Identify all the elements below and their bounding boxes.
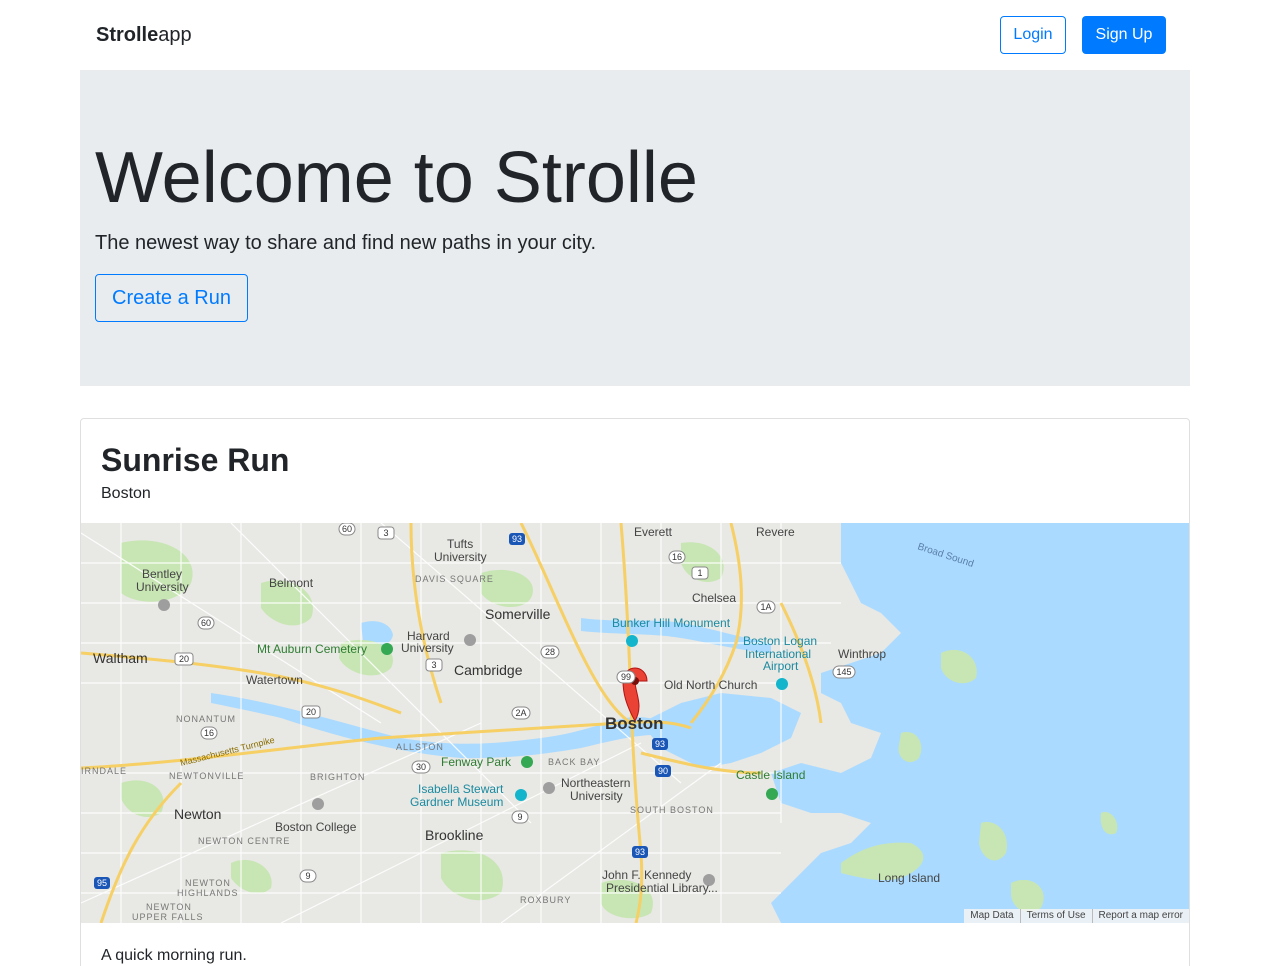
shield-1A: 1A — [760, 602, 771, 612]
shield-9b: 9 — [305, 871, 310, 881]
label-chelsea: Chelsea — [692, 591, 736, 605]
label-nonantum: NONANTUM — [176, 714, 236, 724]
label-roxbury: ROXBURY — [520, 895, 571, 905]
hero-title: Welcome to Strolle — [95, 138, 698, 218]
shield-20b: 20 — [306, 707, 316, 717]
label-davis: DAVIS SQUARE — [415, 574, 494, 584]
label-revere: Revere — [756, 525, 795, 539]
run-card: Sunrise Run Boston 60 3 93 16 1 1A 60 20… — [80, 418, 1190, 966]
label-logan: Boston Logan — [743, 634, 817, 648]
label-somerville: Somerville — [485, 606, 551, 622]
shield-95: 95 — [97, 878, 107, 888]
run-city: Boston — [101, 485, 151, 502]
run-description: A quick morning run. — [101, 947, 247, 964]
shield-93b: 93 — [655, 739, 665, 749]
label-jfk: John F. Kennedy — [602, 868, 691, 882]
shield-93c: 93 — [635, 847, 645, 857]
shield-145: 145 — [836, 667, 851, 677]
label-winthrop: Winthrop — [838, 647, 886, 661]
label-bunker: Bunker Hill Monument — [612, 616, 731, 630]
shield-16a: 16 — [672, 552, 682, 562]
label-newtonupper: NEWTON — [146, 902, 192, 912]
label-castle: Castle Island — [736, 768, 805, 782]
shield-16b: 16 — [204, 728, 214, 738]
label-everett: Everett — [634, 525, 673, 539]
label-newtonupper2: UPPER FALLS — [132, 912, 204, 922]
shield-28: 28 — [545, 647, 555, 657]
run-title: Sunrise Run — [101, 442, 290, 478]
shield-1a: 1 — [697, 568, 702, 578]
label-belmont: Belmont — [269, 576, 314, 590]
brand-logo[interactable]: Strolleapp — [96, 23, 192, 47]
label-brighton: BRIGHTON — [310, 772, 365, 782]
map-canvas[interactable]: 60 3 93 16 1 1A 60 20 3 28 99 145 20 2A … — [81, 523, 1189, 923]
label-newtoncentre: NEWTON CENTRE — [198, 836, 290, 846]
label-stewart2: Gardner Museum — [410, 795, 503, 809]
label-logan3: Airport — [763, 659, 799, 673]
label-newtonhighlands2: HIGHLANDS — [177, 888, 239, 898]
label-allston: ALLSTON — [396, 742, 444, 752]
signup-button[interactable]: Sign Up — [1082, 16, 1166, 54]
brand-light: app — [158, 24, 192, 46]
label-longisland: Long Island — [878, 871, 940, 885]
label-waltham: Waltham — [93, 650, 148, 666]
shield-3a: 3 — [383, 528, 388, 538]
label-newtonhighlands: NEWTON — [185, 878, 231, 888]
label-boston: Boston — [605, 714, 664, 733]
hero-jumbotron: Welcome to Strolle The newest way to sha… — [80, 70, 1190, 386]
shield-30: 30 — [416, 762, 426, 772]
shield-93a: 93 — [512, 534, 522, 544]
map-terms-link[interactable]: Terms of Use — [1019, 909, 1092, 923]
label-fenway: Fenway Park — [441, 755, 512, 769]
map-data-link[interactable]: Map Data — [964, 909, 1019, 923]
harvard-marker-icon — [464, 634, 476, 646]
route-map[interactable]: 60 3 93 16 1 1A 60 20 3 28 99 145 20 2A … — [81, 523, 1189, 923]
map-attribution: Map Data Terms of Use Report a map error — [964, 909, 1189, 923]
label-bc: Boston College — [275, 820, 357, 834]
label-tufts: Tufts — [447, 537, 473, 551]
label-newton: Newton — [174, 806, 221, 822]
shield-60a: 60 — [342, 524, 352, 534]
navbar: Strolleapp Login Sign Up — [0, 0, 1270, 70]
label-northeastern: Northeastern — [561, 776, 630, 790]
label-tufts2: University — [434, 550, 487, 564]
label-irndale: IRNDALE — [81, 766, 127, 776]
label-southboston: SOUTH BOSTON — [630, 805, 714, 815]
login-button[interactable]: Login — [1000, 16, 1066, 54]
shield-20a: 20 — [179, 654, 189, 664]
map-report-link[interactable]: Report a map error — [1091, 909, 1189, 923]
museum-marker-icon — [515, 789, 527, 801]
airport-marker-icon — [776, 678, 788, 690]
label-cambridge: Cambridge — [454, 662, 523, 678]
label-oldnorth: Old North Church — [664, 678, 757, 692]
label-newtonville: NEWTONVILLE — [169, 771, 244, 781]
label-brookline: Brookline — [425, 827, 484, 843]
fenway-marker-icon — [521, 756, 533, 768]
bentley-marker-icon — [158, 599, 170, 611]
monument-marker-icon — [626, 635, 638, 647]
castle-marker-icon — [766, 788, 778, 800]
shield-9a: 9 — [517, 812, 522, 822]
brand-bold: Strolle — [96, 24, 159, 46]
label-stewart: Isabella Stewart — [418, 782, 504, 796]
shield-3b: 3 — [431, 660, 436, 670]
hero-lead: The newest way to share and find new pat… — [95, 232, 597, 254]
northeastern-marker-icon — [543, 782, 555, 794]
label-bentley: Bentley — [142, 567, 182, 581]
label-auburn: Mt Auburn Cemetery — [257, 642, 367, 656]
create-run-button[interactable]: Create a Run — [95, 274, 248, 322]
label-bentley2: University — [136, 580, 189, 594]
cemetery-marker-icon — [381, 643, 393, 655]
shield-90: 90 — [658, 766, 668, 776]
label-harvard2: University — [401, 641, 454, 655]
shield-60b: 60 — [201, 618, 211, 628]
bc-marker-icon — [312, 798, 324, 810]
shield-2A: 2A — [515, 708, 526, 718]
shield-99: 99 — [621, 672, 631, 682]
label-watertown: Watertown — [246, 673, 303, 687]
label-northeastern2: University — [570, 789, 623, 803]
label-backbay: BACK BAY — [548, 757, 600, 767]
label-jfk2: Presidential Library... — [606, 881, 718, 895]
